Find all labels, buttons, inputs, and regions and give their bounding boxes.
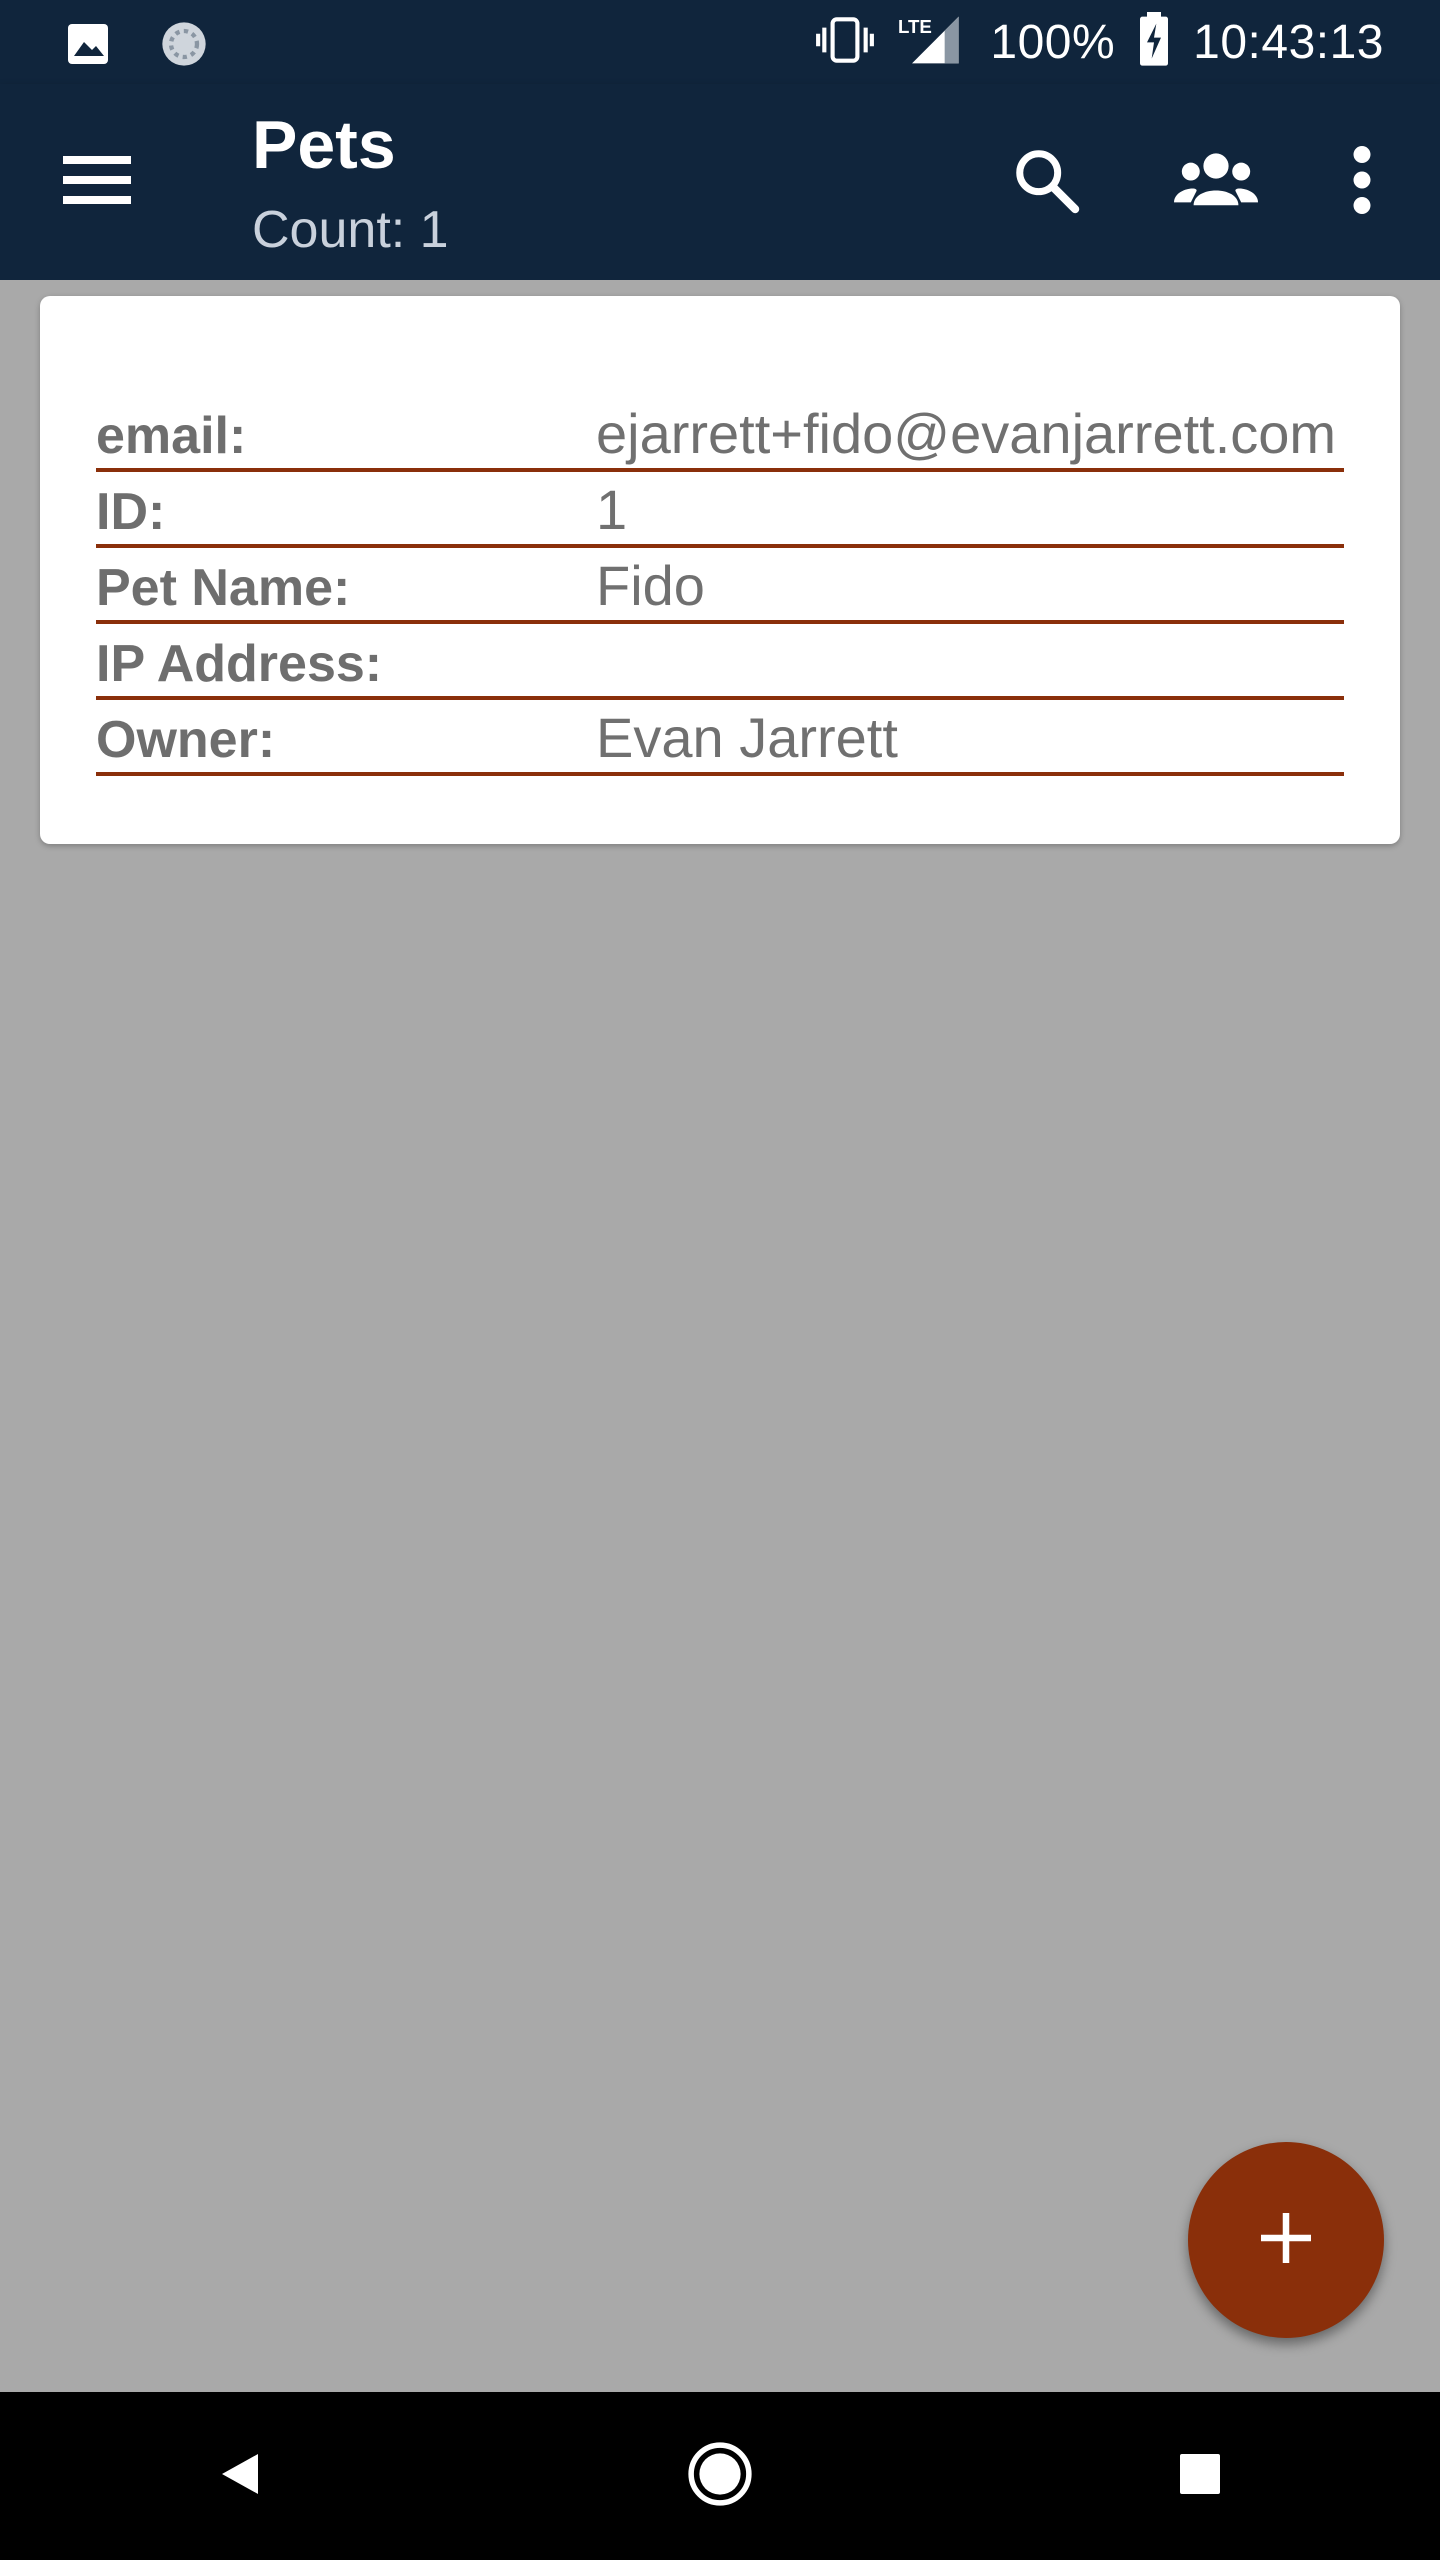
record-row-owner: Owner: Evan Jarrett: [96, 700, 1344, 776]
menu-button[interactable]: [52, 142, 142, 222]
battery-charging-icon: [1137, 11, 1171, 73]
system-nav-bar: [0, 2392, 1440, 2560]
owner-label: Owner:: [96, 711, 276, 769]
record-row-email: email: ejarrett+fido@evanjarrett.com: [96, 396, 1344, 472]
email-value: ejarrett+fido@evanjarrett.com: [596, 402, 1337, 465]
pet-record-card[interactable]: email: ejarrett+fido@evanjarrett.com ID:…: [40, 296, 1400, 844]
pet-name-label: Pet Name:: [96, 559, 351, 617]
more-options-button[interactable]: [1314, 134, 1410, 230]
search-icon: [1011, 145, 1081, 220]
add-icon: [1256, 2208, 1316, 2273]
ip-address-label: IP Address:: [96, 635, 383, 693]
status-time: 10:43:13: [1193, 15, 1384, 69]
back-icon: [218, 2449, 262, 2504]
id-value: 1: [596, 478, 628, 541]
id-label: ID:: [96, 483, 166, 541]
people-icon: [1174, 149, 1258, 216]
vibrate-icon: [814, 12, 876, 73]
record-row-id: ID: 1: [96, 472, 1344, 548]
record-row-ip-address: IP Address:: [96, 624, 1344, 700]
signal-icon: LTE: [898, 12, 968, 73]
email-label: email:: [96, 407, 247, 465]
record-rows: email: ejarrett+fido@evanjarrett.com ID:…: [96, 396, 1344, 776]
home-button[interactable]: [660, 2416, 780, 2536]
content-area: email: ejarrett+fido@evanjarrett.com ID:…: [0, 280, 1440, 2392]
image-icon: [64, 20, 112, 73]
home-icon: [687, 2441, 753, 2512]
owner-value: Evan Jarrett: [596, 706, 898, 769]
record-row-pet-name: Pet Name: Fido: [96, 548, 1344, 624]
battery-percent: 100%: [990, 15, 1116, 69]
search-button[interactable]: [998, 134, 1094, 230]
more-vert-icon: [1350, 145, 1374, 219]
page-subtitle: Count: 1: [252, 201, 449, 259]
people-button[interactable]: [1168, 134, 1264, 230]
menu-icon: [63, 154, 131, 211]
status-bar: LTE 100% 10:43:13: [0, 0, 1440, 84]
app-bar: Pets Count: 1: [0, 84, 1440, 280]
recents-button[interactable]: [1140, 2416, 1260, 2536]
pet-name-value: Fido: [596, 554, 705, 617]
network-label: LTE: [898, 16, 932, 37]
add-pet-button[interactable]: [1188, 2142, 1384, 2338]
recents-icon: [1178, 2452, 1222, 2501]
back-button[interactable]: [180, 2416, 300, 2536]
sync-icon: [158, 18, 210, 75]
page-title: Pets: [252, 107, 396, 183]
